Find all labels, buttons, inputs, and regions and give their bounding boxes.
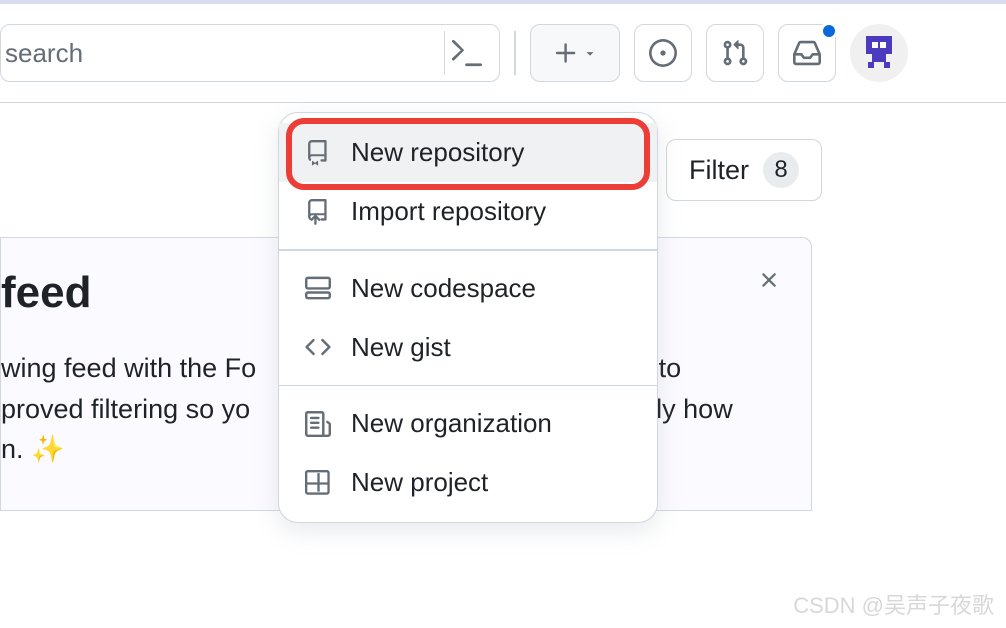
menu-separator: [279, 249, 657, 251]
filter-button[interactable]: Filter 8: [666, 139, 822, 201]
pull-request-icon: [721, 39, 749, 67]
notifications-wrap: [778, 24, 836, 82]
issue-icon: [649, 39, 677, 67]
avatar[interactable]: [850, 24, 908, 82]
create-new-button[interactable]: [530, 24, 620, 82]
menu-label: New repository: [351, 137, 524, 168]
code-icon: [303, 332, 333, 362]
menu-new-gist[interactable]: New gist: [279, 318, 657, 377]
menu-new-repository[interactable]: New repository: [279, 123, 657, 182]
inbox-icon: [793, 39, 821, 67]
search-input[interactable]: [1, 38, 444, 69]
notification-indicator: [820, 22, 838, 40]
close-icon[interactable]: [757, 268, 781, 292]
issues-button[interactable]: [634, 24, 692, 82]
menu-import-repository[interactable]: Import repository: [279, 182, 657, 241]
plus-icon: [553, 40, 579, 66]
avatar-icon: [854, 28, 904, 78]
menu-label: New organization: [351, 408, 552, 439]
filter-label: Filter: [689, 155, 749, 186]
filter-count-badge: 8: [763, 152, 799, 188]
menu-label: Import repository: [351, 196, 546, 227]
command-palette-icon[interactable]: [445, 31, 489, 75]
caret-down-icon: [583, 46, 597, 60]
project-icon: [303, 468, 333, 498]
menu-new-organization[interactable]: New organization: [279, 394, 657, 453]
divider: [514, 31, 516, 75]
search-box[interactable]: [0, 24, 500, 82]
menu-separator: [279, 385, 657, 387]
pull-requests-button[interactable]: [706, 24, 764, 82]
menu-new-project[interactable]: New project: [279, 453, 657, 512]
menu-label: New gist: [351, 332, 451, 363]
repo-push-icon: [303, 197, 333, 227]
organization-icon: [303, 409, 333, 439]
create-new-dropdown: New repository Import repository New cod…: [278, 112, 658, 523]
header: [0, 4, 1006, 103]
repo-icon: [303, 138, 333, 168]
watermark: CSDN @吴声子夜歌: [793, 588, 994, 620]
codespace-icon: [303, 273, 333, 303]
menu-label: New codespace: [351, 273, 536, 304]
menu-new-codespace[interactable]: New codespace: [279, 259, 657, 318]
menu-label: New project: [351, 467, 488, 498]
